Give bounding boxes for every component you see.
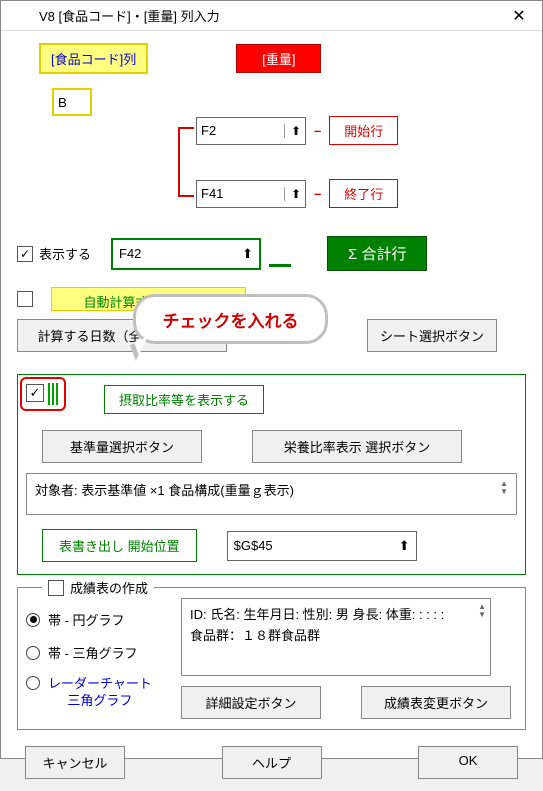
nutrition-ratio-button[interactable]: 栄養比率表示 選択ボタン (252, 430, 462, 463)
show-checkbox[interactable]: ✓ (17, 246, 33, 262)
radio-pie-row[interactable]: 帯 - 円グラフ (26, 610, 171, 629)
info-line2: 食品群：１８群食品群 (190, 626, 482, 647)
start-cell-value: F2 (201, 123, 216, 138)
food-code-col-label: [食品コード]列 (39, 43, 148, 74)
auto-calc-checkbox[interactable] (17, 291, 33, 307)
underline-decoration (269, 264, 291, 267)
radio-pie[interactable] (26, 613, 40, 627)
dash-icon: – (314, 123, 321, 138)
export-cell-value: $G$45 (234, 538, 273, 553)
column-letter-input[interactable] (52, 88, 92, 116)
standard-select-button[interactable]: 基準量選択ボタン (42, 430, 202, 463)
dash-icon: – (314, 186, 321, 201)
info-textbox[interactable]: ID: 氏名: 生年月日: 性別: 男 身長: 体重: : : : : 食品群：… (181, 598, 491, 676)
ratio-group: ✓ 摂取比率等を表示する 基準量選択ボタン 栄養比率表示 選択ボタン 対象者: … (17, 374, 526, 575)
ok-button[interactable]: OK (418, 746, 518, 779)
result-group: 成績表の作成 帯 - 円グラフ 帯 - 三角グラフ レーダーチャート 三角グラフ (17, 587, 526, 730)
cancel-button[interactable]: キャンセル (25, 746, 125, 779)
highlight-box: ✓ (20, 377, 66, 411)
start-row-label: 開始行 (329, 116, 398, 145)
spinner-icon[interactable]: ▲▼ (500, 480, 508, 496)
show-label: 表示する (39, 244, 91, 263)
ref-picker-icon[interactable]: ⬆ (399, 538, 410, 554)
radio-radar-row[interactable]: レーダーチャート 三角グラフ (26, 676, 171, 710)
result-create-checkbox[interactable] (48, 580, 64, 596)
window-title: V8 [食品コード]・[重量] 列入力 (9, 6, 220, 25)
ratio-checkbox[interactable]: ✓ (26, 384, 44, 402)
callout-text: チェックを入れる (163, 307, 299, 332)
radio-radar[interactable] (26, 676, 40, 690)
ratio-display-label: 摂取比率等を表示する (104, 385, 264, 414)
titlebar: V8 [食品コード]・[重量] 列入力 ✕ (1, 1, 542, 31)
help-button[interactable]: ヘルプ (222, 746, 322, 779)
result-create-label: 成績表の作成 (70, 578, 148, 597)
weight-label: [重量] (236, 44, 321, 73)
detail-settings-button[interactable]: 詳細設定ボタン (181, 686, 321, 719)
end-cell-value: F41 (201, 186, 223, 201)
export-position-label: 表書き出し 開始位置 (42, 529, 197, 562)
close-icon[interactable]: ✕ (504, 1, 534, 31)
sum-row-button[interactable]: Σ 合計行 (327, 236, 427, 271)
start-cell-input[interactable]: F2 ⬆ (196, 117, 306, 145)
sum-cell-value: F42 (119, 246, 141, 261)
annotation-callout: チェックを入れる (133, 294, 328, 344)
export-cell-input[interactable]: $G$45 ⬆ (227, 531, 417, 561)
end-cell-input[interactable]: F41 ⬆ (196, 180, 306, 208)
radio-triangle-label: 帯 - 三角グラフ (48, 643, 138, 662)
radio-pie-label: 帯 - 円グラフ (48, 610, 125, 629)
ref-picker-icon[interactable]: ⬆ (242, 246, 253, 262)
radio-triangle-row[interactable]: 帯 - 三角グラフ (26, 643, 171, 662)
bracket-line (178, 127, 194, 197)
radio-triangle[interactable] (26, 646, 40, 660)
radio-radar-label: レーダーチャート 三角グラフ (48, 676, 152, 710)
dialog-window: V8 [食品コード]・[重量] 列入力 ✕ [食品コード]列 [重量] F2 ⬆… (0, 0, 543, 759)
sum-cell-input[interactable]: F42 ⬆ (111, 238, 261, 270)
stripe-decoration (48, 383, 60, 405)
end-row-label: 終了行 (329, 179, 398, 208)
info-line1: ID: 氏名: 生年月日: 性別: 男 身長: 体重: : : : : (190, 605, 482, 626)
ref-picker-icon[interactable]: ⬆ (284, 124, 301, 138)
content-area: [食品コード]列 [重量] F2 ⬆ – 開始行 F41 ⬆ – 終了行 ✓ 表… (1, 31, 542, 791)
result-change-button[interactable]: 成績表変更ボタン (361, 686, 511, 719)
sheet-select-button[interactable]: シート選択ボタン (367, 319, 497, 352)
result-legend: 成績表の作成 (42, 578, 154, 597)
ref-picker-icon[interactable]: ⬆ (284, 187, 301, 201)
target-text: 対象者: 表示基準値 ×1 食品構成(重量ｇ表示) (35, 480, 294, 499)
target-textbox[interactable]: 対象者: 表示基準値 ×1 食品構成(重量ｇ表示) ▲▼ (26, 473, 517, 515)
spinner-icon[interactable]: ▲▼ (478, 603, 486, 619)
